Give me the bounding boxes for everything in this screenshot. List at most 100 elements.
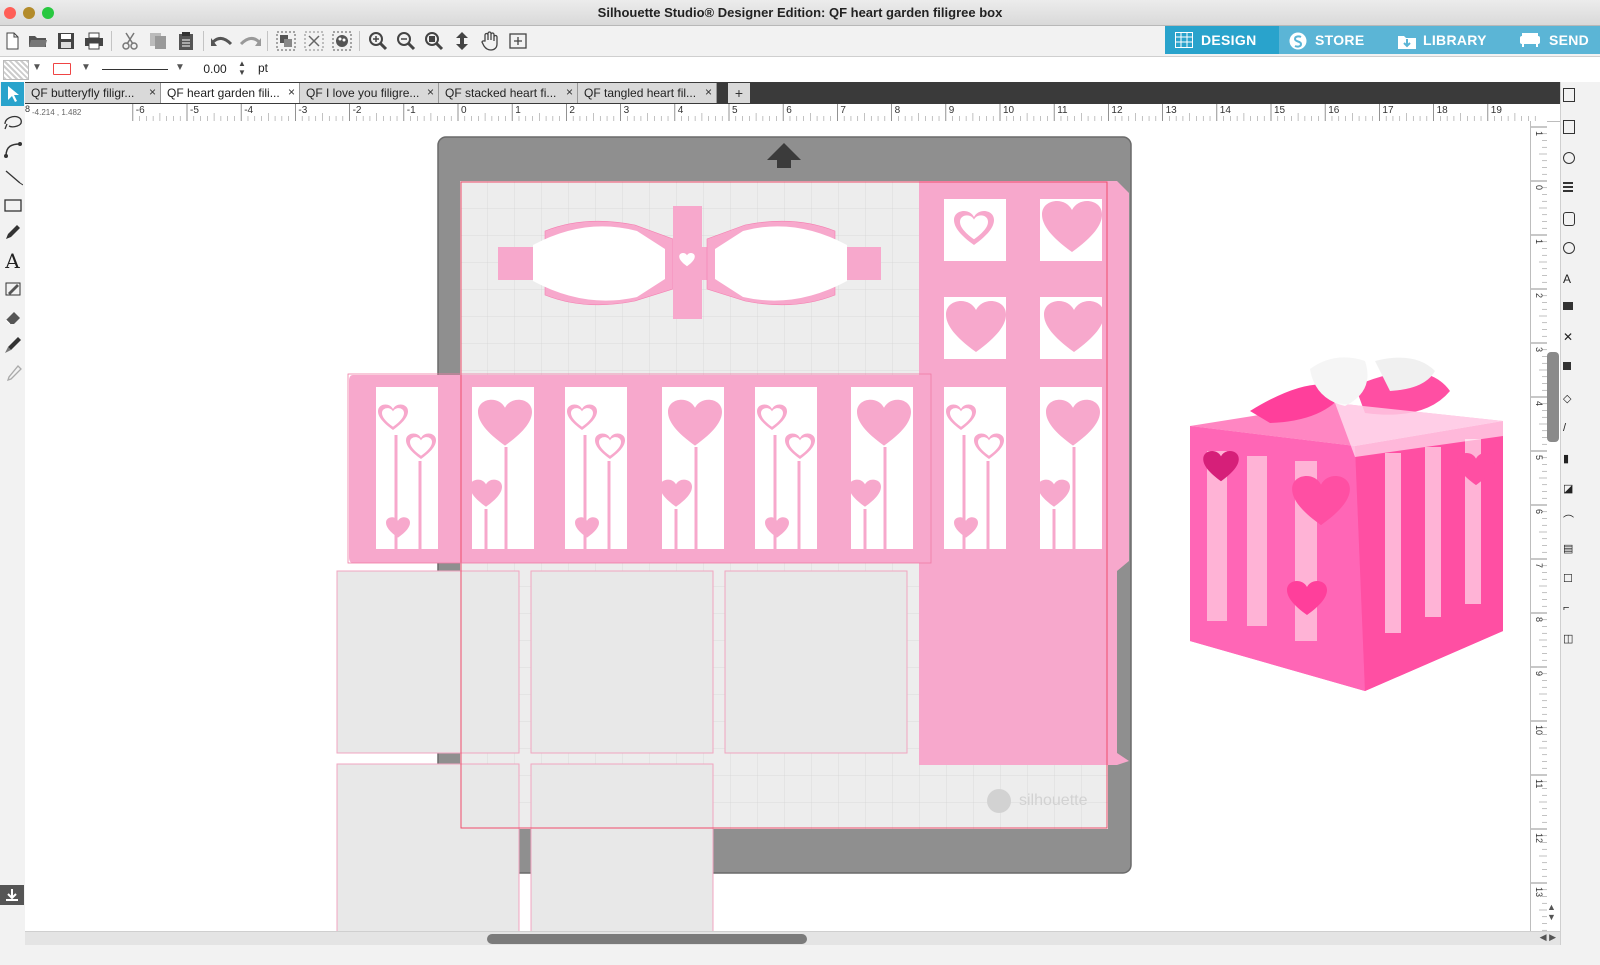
close-tab-icon[interactable]: ×	[705, 85, 712, 99]
ungroup-icon[interactable]	[302, 29, 326, 53]
offset-icon[interactable]	[1563, 242, 1575, 254]
knife-icon[interactable]	[1, 333, 24, 357]
sketch-icon[interactable]	[1, 277, 24, 301]
scale-icon[interactable]: ◪	[1563, 482, 1573, 495]
stroke-color-swatch[interactable]	[53, 63, 71, 75]
box-base-panels	[336, 570, 908, 931]
replicate-panel-icon[interactable]: ✕	[1563, 330, 1573, 344]
import-tray-icon[interactable]	[0, 885, 24, 905]
line-style-preview[interactable]	[102, 69, 168, 70]
pencil-tool-icon[interactable]	[1, 221, 24, 245]
ruler-label: 9	[949, 105, 955, 116]
cut-icon[interactable]	[118, 29, 142, 53]
line-style-dropdown-arrow-icon[interactable]: ▼	[175, 62, 185, 73]
ruler-label: -5	[190, 105, 199, 116]
print-icon[interactable]	[82, 29, 106, 53]
text-style-icon[interactable]: A	[1563, 272, 1571, 286]
curve-icon[interactable]	[1, 137, 24, 161]
line-width-stepper[interactable]: ▲ ▼	[238, 59, 246, 77]
nav-tabs: DESIGN STORE LIBRARY SEND	[1165, 26, 1600, 54]
zoom-page-icon[interactable]	[506, 29, 530, 53]
doc-tab-label: QF tangled heart fil...	[584, 86, 697, 100]
eyedropper-icon[interactable]	[1, 361, 24, 385]
transform-icon[interactable]	[1563, 302, 1573, 310]
group-icon[interactable]	[274, 29, 298, 53]
knife-panel-icon[interactable]: /	[1563, 422, 1566, 434]
close-tab-icon[interactable]: ×	[149, 85, 156, 99]
tab-send[interactable]: SEND	[1509, 26, 1600, 54]
doc-tab[interactable]: QF stacked heart fi... ×	[439, 83, 578, 103]
trace-icon[interactable]: ◇	[1563, 392, 1571, 405]
fill-pattern-icon[interactable]: ◫	[1563, 632, 1573, 645]
cutter-icon	[1519, 32, 1541, 48]
eraser-icon[interactable]	[1, 305, 24, 329]
canvas-artwork: silhouette	[336, 136, 1503, 931]
horizontal-scrollbar[interactable]: ◀ ▶	[25, 931, 1560, 946]
horizontal-scroll-thumb[interactable]	[487, 934, 807, 944]
vertical-ruler: 1 0 1 2 3 4 5 6 7 8 9 10 11 12 13	[1530, 121, 1547, 931]
redo-icon[interactable]	[238, 29, 262, 53]
nesting-icon[interactable]: ▤	[1563, 542, 1573, 555]
doc-tab[interactable]: QF tangled heart fil... ×	[578, 83, 717, 103]
ruler-label: -1	[407, 105, 416, 116]
right-panels: A ✕ ◇ / ▮ ◪ ⌒ ▤ ☐ ⌐ ◫ ▲ ▼	[1547, 82, 1600, 965]
stroke-dropdown-arrow-icon[interactable]: ▼	[81, 62, 91, 73]
horizontal-scroll-arrows[interactable]: ◀ ▶	[1540, 932, 1556, 943]
vruler-label: 1	[1534, 131, 1544, 136]
tab-library[interactable]: LIBRARY	[1387, 26, 1509, 54]
rectangle-tool-icon[interactable]	[1, 193, 24, 217]
paste-icon[interactable]	[174, 29, 198, 53]
undo-icon[interactable]	[210, 29, 234, 53]
cut-settings-icon[interactable]	[1563, 120, 1575, 134]
ruler-label: 16	[1328, 105, 1340, 116]
select-arrow-icon[interactable]	[1, 82, 24, 106]
shapes-icon[interactable]: ⌐	[1563, 602, 1569, 614]
copy-icon[interactable]	[146, 29, 170, 53]
move-down-icon[interactable]	[450, 29, 474, 53]
fill-dropdown-arrow-icon[interactable]: ▼	[32, 62, 42, 73]
tab-library-label: LIBRARY	[1423, 32, 1487, 48]
ruler-label: 18	[1437, 105, 1449, 116]
point-edit-icon[interactable]	[1, 109, 24, 133]
align-icon[interactable]: ▮	[1563, 452, 1569, 465]
vertical-scroll-thumb[interactable]	[1547, 352, 1559, 442]
zoom-in-icon[interactable]	[366, 29, 390, 53]
tab-design[interactable]: DESIGN	[1165, 26, 1279, 54]
pix-scan-icon[interactable]: ☐	[1563, 572, 1573, 585]
tab-store[interactable]: STORE	[1279, 26, 1387, 54]
close-tab-icon[interactable]: ×	[288, 85, 295, 99]
pan-hand-icon[interactable]	[478, 29, 502, 53]
ruler-label: -3	[298, 105, 307, 116]
line-tool-icon[interactable]	[1, 165, 24, 189]
replicate-icon[interactable]	[330, 29, 354, 53]
color-fill-icon[interactable]	[1563, 152, 1575, 164]
close-tab-icon[interactable]: ×	[427, 85, 434, 99]
design-canvas[interactable]: silhouette	[25, 121, 1530, 931]
ruler-label: 10	[1003, 105, 1015, 116]
open-folder-icon[interactable]	[26, 29, 50, 53]
vruler-label: 10	[1534, 725, 1544, 735]
zoom-fit-icon[interactable]	[422, 29, 446, 53]
vertical-scroll-arrows[interactable]: ▲ ▼	[1547, 902, 1556, 922]
add-tab-button[interactable]: +	[728, 83, 750, 103]
ruler-label: -2	[353, 105, 362, 116]
doc-tab[interactable]: QF I love you filigre... ×	[300, 83, 439, 103]
tab-store-label: STORE	[1315, 32, 1365, 48]
page-setup-icon[interactable]	[1563, 88, 1575, 102]
modify-icon[interactable]	[1563, 362, 1571, 370]
doc-tab[interactable]: QF butteryfly filigr... ×	[25, 83, 161, 103]
layers-icon[interactable]	[1563, 212, 1575, 226]
rotate-icon[interactable]: ⌒	[1563, 512, 1574, 528]
ruler-label: 6	[786, 105, 792, 116]
fill-pattern-swatch[interactable]	[3, 60, 29, 80]
text-tool-icon[interactable]: A	[1, 249, 24, 273]
vruler-label: 2	[1534, 293, 1544, 298]
line-width-input[interactable]: 0.00	[196, 60, 234, 78]
save-icon[interactable]	[54, 29, 78, 53]
ruler-label: 5	[732, 105, 738, 116]
new-document-icon[interactable]	[0, 29, 24, 53]
line-settings-icon[interactable]	[1563, 182, 1573, 184]
zoom-out-icon[interactable]	[394, 29, 418, 53]
doc-tab-active[interactable]: QF heart garden fili... ×	[161, 83, 300, 103]
close-tab-icon[interactable]: ×	[566, 85, 573, 99]
